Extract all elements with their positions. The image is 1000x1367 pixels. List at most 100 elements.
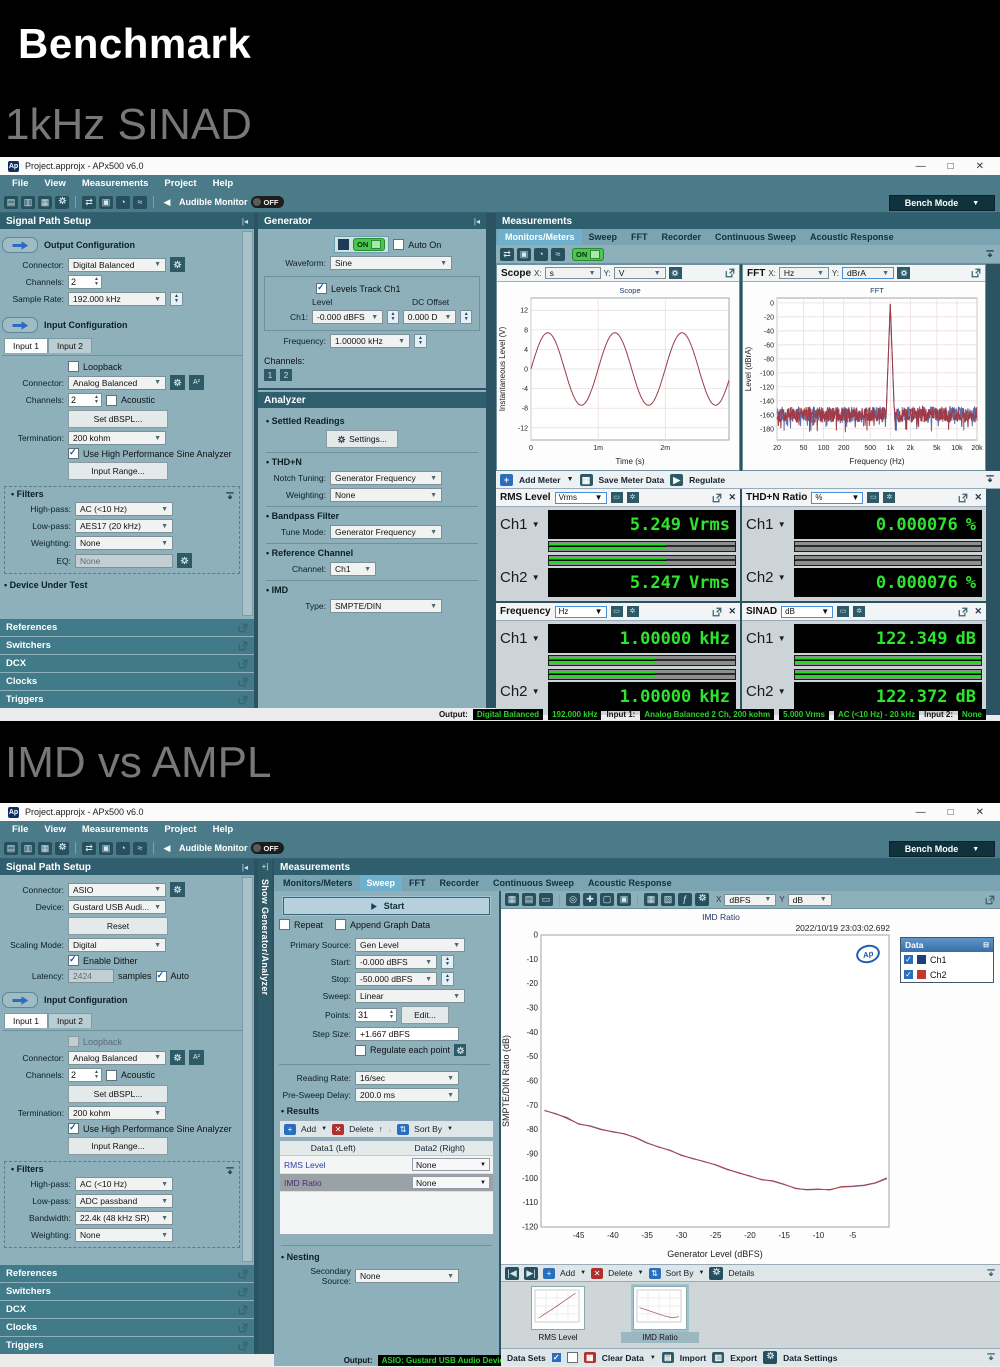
close-meter-icon[interactable]: ✕ — [728, 606, 736, 617]
triggers-section[interactable]: Triggers — [0, 691, 254, 708]
meter-gear-icon[interactable]: ✲ — [883, 492, 895, 503]
scope-x-units-select[interactable]: s▼ — [545, 267, 601, 279]
graph-popout-icon[interactable] — [985, 895, 995, 905]
scope-settings-gear-icon[interactable] — [669, 267, 682, 279]
tab-fft[interactable]: FFT — [624, 229, 655, 245]
channel-selector[interactable]: Ch2 ▼ — [500, 555, 544, 586]
delete-graph-icon[interactable]: ✕ — [591, 1268, 603, 1279]
meter-gear-icon[interactable]: ✲ — [853, 606, 865, 617]
close-button[interactable]: ✕ — [976, 161, 984, 172]
tab-acoustic-response[interactable]: Acoustic Response — [581, 875, 679, 891]
meter-units-select[interactable]: %▼ — [811, 492, 863, 504]
x-units-select[interactable]: dBFS▼ — [724, 894, 776, 906]
weighting-select[interactable]: None▼ — [75, 1228, 173, 1242]
meters-icon[interactable]: ▣ — [99, 842, 113, 855]
regulate-icon[interactable]: ▶ — [670, 474, 683, 486]
add-graph-label[interactable]: Add — [560, 1268, 575, 1278]
reset-button[interactable]: Reset — [68, 917, 168, 935]
input-connector-select[interactable]: Analog Balanced▼ — [68, 376, 166, 390]
meters-icon[interactable]: ▣ — [517, 248, 531, 261]
acoustic-checkbox[interactable] — [106, 395, 117, 406]
recorder-icon[interactable]: ◔ — [534, 248, 548, 261]
latency-input[interactable]: 2424 — [68, 969, 114, 983]
audible-monitor-toggle[interactable]: OFF — [251, 196, 284, 208]
data-table-icon[interactable]: ▦ — [644, 893, 658, 906]
connector-settings-gear-icon[interactable] — [170, 257, 185, 272]
levels-track-checkbox[interactable] — [316, 283, 327, 294]
triggers-section[interactable]: Triggers — [0, 1337, 254, 1354]
sort-by-icon[interactable]: ⇅ — [397, 1124, 409, 1135]
sample-rate-stepper[interactable]: ▲▼ — [170, 292, 183, 306]
cursor-icon[interactable]: ▧ — [661, 893, 675, 906]
graph-settings-gear-icon[interactable] — [695, 893, 709, 906]
save-meter-data-icon[interactable]: ▦ — [580, 474, 593, 486]
fft-chart[interactable]: 0-20-40-60-80-100-120-140-160-1802050100… — [743, 282, 985, 470]
low-pass-select[interactable]: ADC passband▼ — [75, 1194, 173, 1208]
latency-auto-checkbox[interactable] — [156, 971, 167, 982]
close-meter-icon[interactable]: ✕ — [974, 492, 982, 503]
append-graph-data-checkbox[interactable] — [335, 919, 346, 930]
popout-icon[interactable] — [238, 1287, 248, 1297]
dcx-section[interactable]: DCX — [0, 655, 254, 672]
meter-gear-icon[interactable]: ✲ — [627, 492, 639, 503]
channel-2-button[interactable]: 2 — [280, 369, 292, 381]
show-generator-analyzer-strip[interactable]: +| Show Generator/Analyzer — [258, 859, 274, 1354]
output-channels-stepper[interactable]: 2▲▼ — [68, 275, 102, 289]
delete-result-label[interactable]: Delete — [349, 1124, 374, 1134]
menu-view[interactable]: View — [44, 824, 65, 835]
audible-monitor-toggle[interactable]: OFF — [251, 842, 284, 854]
clear-data-label[interactable]: Clear Data — [602, 1353, 644, 1363]
fx-icon[interactable]: ƒ — [678, 893, 692, 906]
input-channels-stepper[interactable]: 2▲▼ — [68, 1068, 102, 1082]
menu-view[interactable]: View — [44, 178, 65, 189]
settings-button[interactable]: Settings... — [326, 430, 398, 448]
tab-acoustic-response[interactable]: Acoustic Response — [803, 229, 901, 245]
last-graph-icon[interactable]: ▶| — [524, 1267, 538, 1280]
scrollbar[interactable] — [242, 877, 253, 1262]
start-stepper[interactable]: ▲▼ — [441, 955, 454, 969]
meter-style-icon[interactable]: ▭ — [611, 606, 623, 617]
popout-icon[interactable] — [238, 623, 248, 633]
sweep-icon[interactable]: ≈ — [551, 248, 565, 261]
import-icon[interactable]: ▤ — [662, 1352, 674, 1363]
tab-monitors-meters[interactable]: Monitors/Meters — [276, 875, 360, 891]
channel-selector[interactable]: Ch1 ▼ — [500, 624, 544, 647]
points-stepper[interactable]: 31▲▼ — [355, 1008, 397, 1022]
meter-style-icon[interactable]: ▭ — [611, 492, 623, 503]
add-meter-label[interactable]: Add Meter — [519, 475, 561, 485]
collapse-pin-icon[interactable] — [985, 474, 995, 486]
tab-input-1[interactable]: Input 1 — [4, 338, 48, 353]
fft-popout-icon[interactable] — [971, 268, 981, 278]
maximize-button[interactable]: □ — [948, 161, 954, 172]
auto-range-icon[interactable]: A² — [189, 375, 204, 390]
move-up-icon[interactable]: ↑ — [379, 1124, 383, 1134]
delete-graph-label[interactable]: Delete — [608, 1268, 633, 1278]
stop-stepper[interactable]: ▲▼ — [441, 972, 454, 986]
references-section[interactable]: References — [0, 1265, 254, 1282]
references-section[interactable]: References — [0, 619, 254, 636]
filters-pin-icon[interactable] — [225, 491, 235, 503]
data-settings-gear-icon[interactable] — [763, 1351, 777, 1364]
switchers-section[interactable]: Switchers — [0, 1283, 254, 1300]
meter-gear-icon[interactable]: ✲ — [627, 606, 639, 617]
tab-input-2[interactable]: Input 2 — [48, 1013, 92, 1028]
sweep-icon[interactable]: ≈ — [133, 196, 147, 209]
eq-gear-icon[interactable] — [177, 553, 192, 568]
dataset2-checkbox[interactable] — [567, 1352, 578, 1363]
secondary-source-select[interactable]: None▼ — [355, 1269, 459, 1283]
save-meter-data-label[interactable]: Save Meter Data — [599, 475, 665, 485]
thumbnail-imd-ratio[interactable]: IMD Ratio — [621, 1286, 699, 1348]
delete-result-icon[interactable]: ✕ — [332, 1124, 344, 1135]
clocks-section[interactable]: Clocks — [0, 673, 254, 690]
open-project-icon[interactable]: ▥ — [21, 842, 35, 855]
frequency-stepper[interactable]: ▲▼ — [414, 334, 427, 348]
input-range-button[interactable]: Input Range... — [68, 1137, 168, 1155]
close-meter-icon[interactable]: ✕ — [974, 606, 982, 617]
waveform-select[interactable]: Sine▼ — [330, 256, 452, 270]
eq-select[interactable]: None — [75, 554, 173, 568]
open-project-icon[interactable]: ▥ — [21, 196, 35, 209]
add-result-icon[interactable]: + — [284, 1124, 296, 1135]
switchers-section[interactable]: Switchers — [0, 637, 254, 654]
weighting-select[interactable]: None▼ — [75, 536, 173, 550]
reference-channel-select[interactable]: Ch1▼ — [330, 562, 376, 576]
